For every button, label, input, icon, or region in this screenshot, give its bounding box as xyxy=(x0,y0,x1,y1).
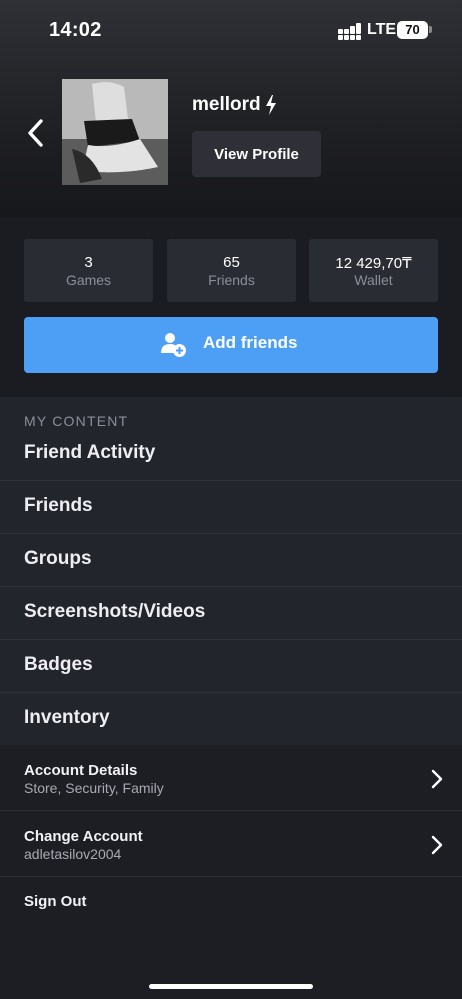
menu-item-label: Friends xyxy=(24,495,93,516)
network-type: LTE xyxy=(367,21,397,38)
change-account-title: Change Account xyxy=(24,828,143,845)
menu-item-friend-activity[interactable]: Friend Activity xyxy=(0,428,462,481)
stat-friends-value: 65 xyxy=(223,254,240,271)
my-content-title: MY CONTENT xyxy=(24,413,129,429)
account-details-title: Account Details xyxy=(24,762,138,779)
menu-item-inventory[interactable]: Inventory xyxy=(0,693,462,746)
chevron-right-icon xyxy=(431,835,443,855)
lightning-bolt-icon xyxy=(266,95,276,115)
chevron-right-icon xyxy=(431,769,443,789)
battery-tip xyxy=(429,26,432,33)
menu-item-label: Inventory xyxy=(24,707,110,728)
add-user-icon xyxy=(161,333,186,357)
stat-games-value: 3 xyxy=(84,254,93,271)
menu-item-friends[interactable]: Friends xyxy=(0,481,462,534)
menu-item-label: Groups xyxy=(24,548,92,569)
back-chevron-icon[interactable] xyxy=(24,116,48,150)
change-account-username: adletasilov2004 xyxy=(24,846,122,862)
profile-header: 14:02 LTE 70 mellord View Profile xyxy=(0,0,462,217)
add-friends-label: Add friends xyxy=(203,333,298,352)
status-time: 14:02 xyxy=(49,19,102,41)
menu-item-badges[interactable]: Badges xyxy=(0,640,462,693)
account-details-row[interactable]: Account Details Store, Security, Family xyxy=(0,745,462,811)
stat-friends-label: Friends xyxy=(208,272,255,288)
stat-wallet-label: Wallet xyxy=(354,272,393,288)
stat-games-label: Games xyxy=(65,272,112,288)
menu-item-screenshots-videos[interactable]: Screenshots/Videos xyxy=(0,587,462,640)
account-details-subtitle: Store, Security, Family xyxy=(24,780,164,796)
menu-item-groups[interactable]: Groups xyxy=(0,534,462,587)
status-bar: 14:02 LTE 70 xyxy=(0,0,462,60)
battery-icon: 70 xyxy=(397,21,428,39)
stat-wallet[interactable]: 12 429,70₸ Wallet xyxy=(309,239,438,302)
change-account-row[interactable]: Change Account adletasilov2004 xyxy=(0,811,462,877)
stat-wallet-value: 12 429,70₸ xyxy=(335,255,412,272)
add-friends-button[interactable]: Add friends xyxy=(24,317,438,373)
view-profile-button[interactable]: View Profile xyxy=(192,131,321,177)
home-indicator[interactable] xyxy=(149,984,313,989)
menu-item-label: Badges xyxy=(24,654,93,675)
avatar[interactable] xyxy=(62,79,168,185)
stat-friends[interactable]: 65 Friends xyxy=(167,239,296,302)
avatar-photo xyxy=(62,79,168,185)
menu-item-label: Screenshots/Videos xyxy=(24,601,206,622)
profile-username: mellord xyxy=(192,94,261,115)
stat-games[interactable]: 3 Games xyxy=(24,239,153,302)
sign-out-button[interactable]: Sign Out xyxy=(24,893,87,910)
signal-icon xyxy=(338,23,362,40)
menu-item-label: Friend Activity xyxy=(24,442,156,463)
